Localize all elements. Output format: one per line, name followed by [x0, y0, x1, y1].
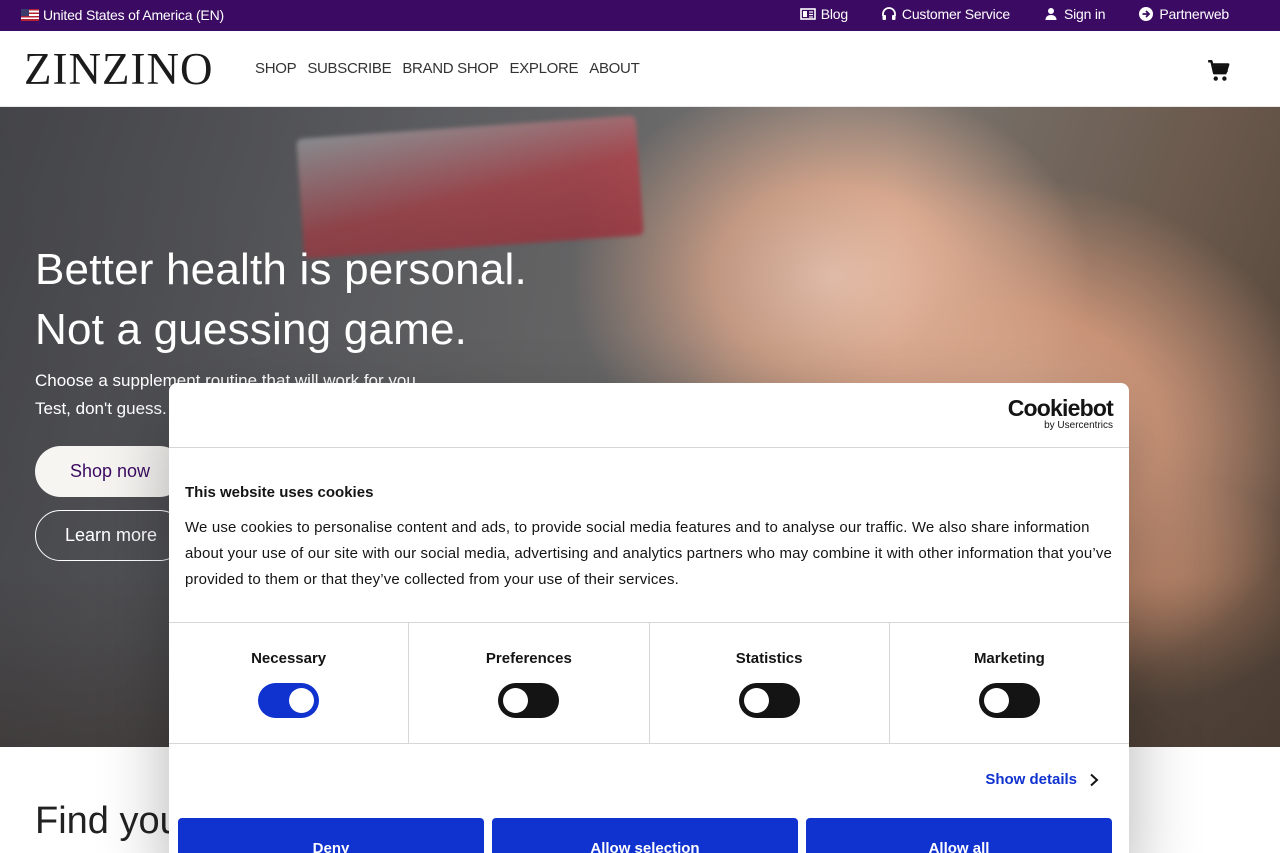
- cookie-dialog-body: This website uses cookies We use cookies…: [169, 448, 1129, 623]
- category-preferences: Preferences: [409, 623, 650, 743]
- shop-now-button[interactable]: Shop now: [35, 446, 185, 497]
- blog-link[interactable]: Blog: [799, 6, 848, 22]
- necessary-toggle[interactable]: [258, 683, 320, 718]
- cookie-description: We use cookies to personalise content an…: [185, 519, 1112, 588]
- category-necessary-label: Necessary: [251, 650, 327, 667]
- nav-item-brand-shop[interactable]: BRAND SHOP: [402, 60, 498, 77]
- locale-selector[interactable]: United States of America (EN): [21, 7, 224, 23]
- zinzino-logo[interactable]: ZINZINO: [24, 45, 213, 93]
- user-icon: [1045, 8, 1057, 20]
- cookie-consent-dialog: Cookiebot by Usercentrics This website u…: [169, 383, 1129, 853]
- cookie-title: This website uses cookies: [185, 484, 374, 501]
- nav-item-subscribe[interactable]: SUBSCRIBE: [307, 60, 391, 77]
- hero-title-line2: Not a guessing game.: [35, 305, 468, 354]
- nav-item-shop[interactable]: SHOP: [255, 60, 297, 77]
- category-marketing-label: Marketing: [973, 650, 1045, 667]
- newspaper-icon: [799, 8, 816, 20]
- blog-label: Blog: [820, 6, 848, 22]
- us-flag-icon: [21, 9, 39, 21]
- nav-item-explore[interactable]: EXPLORE: [510, 60, 579, 77]
- allow-all-button[interactable]: Allow all: [806, 818, 1112, 853]
- preferences-toggle[interactable]: [498, 683, 560, 718]
- nav-item-about[interactable]: ABOUT: [589, 60, 639, 77]
- cookiebot-logo: Cookiebot by Usercentrics: [1007, 395, 1114, 431]
- hero-sub-line2: Test, don't guess.: [35, 399, 167, 418]
- customer-service-label: Customer Service: [901, 6, 1010, 22]
- arrow-circle-icon: [1139, 7, 1154, 21]
- allow-selection-button[interactable]: Allow selection: [492, 818, 798, 853]
- learn-more-button[interactable]: Learn more: [35, 510, 185, 561]
- category-statistics: Statistics: [650, 623, 890, 743]
- sign-in-link[interactable]: Sign in: [1043, 6, 1106, 22]
- statistics-toggle[interactable]: [738, 683, 800, 718]
- cart-icon[interactable]: [1206, 58, 1232, 84]
- deny-button[interactable]: Deny: [178, 818, 484, 853]
- chevron-right-icon: [1090, 773, 1099, 786]
- details-row: Show details: [169, 744, 1129, 816]
- cookie-buttons: Deny Allow selection Allow all: [178, 818, 1112, 853]
- marketing-toggle[interactable]: [978, 683, 1040, 718]
- category-preferences-label: Preferences: [485, 650, 572, 667]
- customer-service-link[interactable]: Customer Service: [881, 6, 1010, 22]
- main-nav: SHOP SUBSCRIBE BRAND SHOP EXPLORE ABOUT: [255, 60, 640, 77]
- cookiebot-brand: Cookiebot: [1007, 395, 1114, 421]
- cookie-dialog-header: Cookiebot by Usercentrics: [169, 383, 1129, 448]
- cookie-categories: Necessary Preferences Statistics Marketi…: [169, 623, 1129, 744]
- sign-in-label: Sign in: [1063, 6, 1106, 22]
- partnerweb-link[interactable]: Partnerweb: [1138, 6, 1229, 22]
- category-statistics-label: Statistics: [735, 650, 803, 667]
- hero-title: Better health is personal. Not a guessin…: [35, 240, 527, 360]
- show-details-link[interactable]: Show details: [985, 771, 1099, 788]
- partnerweb-label: Partnerweb: [1159, 6, 1229, 22]
- utility-bar: United States of America (EN) Blog Custo…: [0, 0, 1280, 31]
- hero-title-line1: Better health is personal.: [35, 245, 527, 294]
- utility-links: Blog Customer Service Sign in Partnerweb: [767, 6, 1229, 22]
- cookiebot-brand-sub: by Usercentrics: [1044, 420, 1113, 431]
- headset-icon: [882, 7, 896, 20]
- site-header: ZINZINO SHOP SUBSCRIBE BRAND SHOP EXPLOR…: [0, 31, 1280, 107]
- locale-label: United States of America (EN): [43, 7, 224, 23]
- show-details-label: Show details: [985, 771, 1077, 788]
- category-marketing: Marketing: [890, 623, 1129, 743]
- category-necessary: Necessary: [169, 623, 410, 743]
